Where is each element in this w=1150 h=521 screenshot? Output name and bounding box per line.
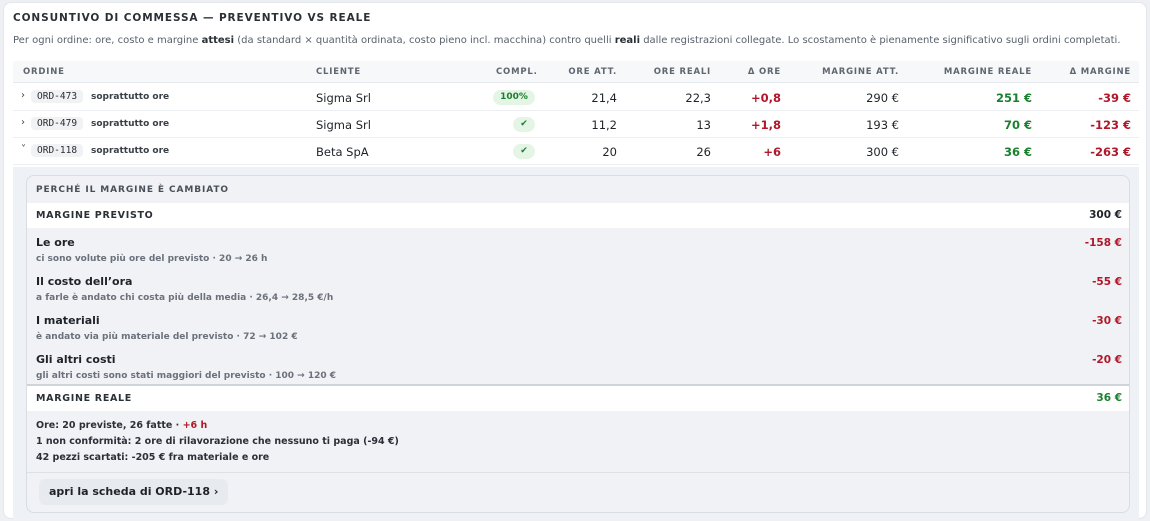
factor-name: Gli altri costi xyxy=(36,353,116,366)
chevron-right-icon[interactable]: › xyxy=(21,117,25,128)
client-cell: Sigma Srl xyxy=(316,91,371,105)
delta-hours-cell: +6 xyxy=(763,145,781,159)
factor-impact: -55 € xyxy=(1092,276,1122,288)
factor-name: Il costo dell’ora xyxy=(36,275,133,288)
delta-margin-cell: -123 € xyxy=(1090,118,1131,132)
table-header: ORDINE CLIENTE COMPL. ORE ATT. ORE REALI… xyxy=(13,61,1139,83)
delta-hours-cell: +1,8 xyxy=(750,118,781,132)
completion-badge: 100% xyxy=(493,90,535,105)
col-header-delta-hours[interactable]: Δ ORE xyxy=(748,67,781,77)
expected-margin-value: 300 € xyxy=(1089,209,1122,221)
expected-margin-band: MARGINE PREVISTO 300 € xyxy=(27,203,1129,228)
factor-description: è andato via più materiale del previsto … xyxy=(36,332,298,342)
client-cell: Sigma Srl xyxy=(316,118,371,132)
factor-impact: -20 € xyxy=(1092,354,1122,366)
completion-check-icon: ✔ xyxy=(513,144,535,159)
col-header-completion[interactable]: COMPL. xyxy=(496,67,538,77)
breakdown-title: PERCHÉ IL MARGINE È CAMBIATO xyxy=(36,185,229,195)
open-order-sheet-button[interactable]: apri la scheda di ORD-118 › xyxy=(39,479,229,505)
factor-description: a farle è andato chi costa più della med… xyxy=(36,293,334,303)
expected-margin-cell: 193 € xyxy=(866,118,899,132)
factor-name: Le ore xyxy=(36,236,75,249)
delta-margin-cell: -263 € xyxy=(1090,145,1131,159)
page-title: CONSUNTIVO DI COMMESSA — PREVENTIVO VS R… xyxy=(13,12,372,24)
actual-hours-cell: 13 xyxy=(696,118,711,132)
subtitle-emphasis-actual: reali xyxy=(614,35,641,46)
actual-margin-cell: 251 € xyxy=(995,91,1032,105)
actual-margin-cell: 70 € xyxy=(1003,118,1032,132)
factor-hours: Le ore ci sono volute più ore del previs… xyxy=(27,232,1129,270)
factor-materials: I materiali è andato via più materiale d… xyxy=(27,310,1129,348)
chevron-right-icon[interactable]: › xyxy=(21,90,25,101)
expected-hours-cell: 20 xyxy=(602,145,617,159)
subtitle-text: (da standard × quantità ordinata, costo … xyxy=(234,35,615,46)
col-header-order[interactable]: ORDINE xyxy=(23,67,65,77)
expected-margin-cell: 290 € xyxy=(866,91,899,105)
hours-note-text: Ore: 20 previste, 26 fatte · xyxy=(36,420,183,431)
subtitle-text: dalle registrazioni collegate. Lo scosta… xyxy=(640,35,1121,46)
scrap-note: 42 pezzi scartati: -205 € fra materiale … xyxy=(36,452,270,463)
subtitle-text: Per ogni ordine: ore, costo e margine xyxy=(13,35,202,46)
order-code: ORD-479 xyxy=(31,117,84,130)
table-row[interactable]: ˅ ORD-118 soprattutto ore Beta SpA ✔ 20 … xyxy=(13,138,1139,165)
factor-name: I materiali xyxy=(36,314,100,327)
actual-margin-band: MARGINE REALE 36 € xyxy=(27,386,1129,411)
order-review-card: CONSUNTIVO DI COMMESSA — PREVENTIVO VS R… xyxy=(3,2,1147,520)
delta-margin-cell: -39 € xyxy=(1098,91,1131,105)
col-header-actual-hours[interactable]: ORE REALI xyxy=(654,67,711,77)
factor-description: gli altri costi sono stati maggiori del … xyxy=(36,371,337,381)
expanded-row-detail: PERCHÉ IL MARGINE È CAMBIATO MARGINE PRE… xyxy=(13,167,1139,520)
expected-hours-cell: 11,2 xyxy=(591,118,617,132)
margin-breakdown-panel: PERCHÉ IL MARGINE È CAMBIATO MARGINE PRE… xyxy=(26,175,1130,513)
driver-tag: soprattutto ore xyxy=(91,119,170,129)
factor-impact: -158 € xyxy=(1084,237,1122,249)
subtitle-emphasis-expected: attesi xyxy=(201,35,235,46)
actual-hours-cell: 26 xyxy=(696,145,711,159)
factor-impact: -30 € xyxy=(1092,315,1122,327)
factor-other-costs: Gli altri costi gli altri costi sono sta… xyxy=(27,349,1129,387)
actual-margin-value: 36 € xyxy=(1096,392,1122,404)
expected-margin-label: MARGINE PREVISTO xyxy=(36,210,154,221)
page-subtitle: Per ogni ordine: ore, costo e margine at… xyxy=(13,35,1121,46)
actual-hours-cell: 22,3 xyxy=(685,91,711,105)
completion-check-icon: ✔ xyxy=(513,117,535,132)
col-header-delta-margin[interactable]: Δ MARGINE xyxy=(1070,67,1131,77)
order-code: ORD-118 xyxy=(31,144,84,157)
actual-margin-label: MARGINE REALE xyxy=(36,393,133,404)
client-cell: Beta SpA xyxy=(316,145,369,159)
chevron-down-icon[interactable]: ˅ xyxy=(21,144,26,155)
divider xyxy=(27,472,1129,473)
factor-description: ci sono volute più ore del previsto · 20… xyxy=(36,254,268,264)
expected-hours-cell: 21,4 xyxy=(591,91,617,105)
factor-hourly-cost: Il costo dell’ora a farle è andato chi c… xyxy=(27,271,1129,309)
nonconformity-note: 1 non conformità: 2 ore di rilavorazione… xyxy=(36,436,399,447)
actual-margin-cell: 36 € xyxy=(1003,145,1032,159)
col-header-client[interactable]: CLIENTE xyxy=(316,67,361,77)
col-header-actual-margin[interactable]: MARGINE REALE xyxy=(944,67,1032,77)
col-header-expected-hours[interactable]: ORE ATT. xyxy=(568,67,617,77)
order-code: ORD-473 xyxy=(31,90,84,103)
hours-note-delta: +6 h xyxy=(182,420,208,431)
delta-hours-cell: +0,8 xyxy=(750,91,781,105)
table-row[interactable]: › ORD-473 soprattutto ore Sigma Srl 100%… xyxy=(13,84,1139,111)
table-row[interactable]: › ORD-479 soprattutto ore Sigma Srl ✔ 11… xyxy=(13,111,1139,138)
driver-tag: soprattutto ore xyxy=(91,92,170,102)
expected-margin-cell: 300 € xyxy=(866,145,899,159)
driver-tag: soprattutto ore xyxy=(91,146,170,156)
hours-note: Ore: 20 previste, 26 fatte · +6 h xyxy=(36,420,207,431)
col-header-expected-margin[interactable]: MARGINE ATT. xyxy=(822,67,899,77)
